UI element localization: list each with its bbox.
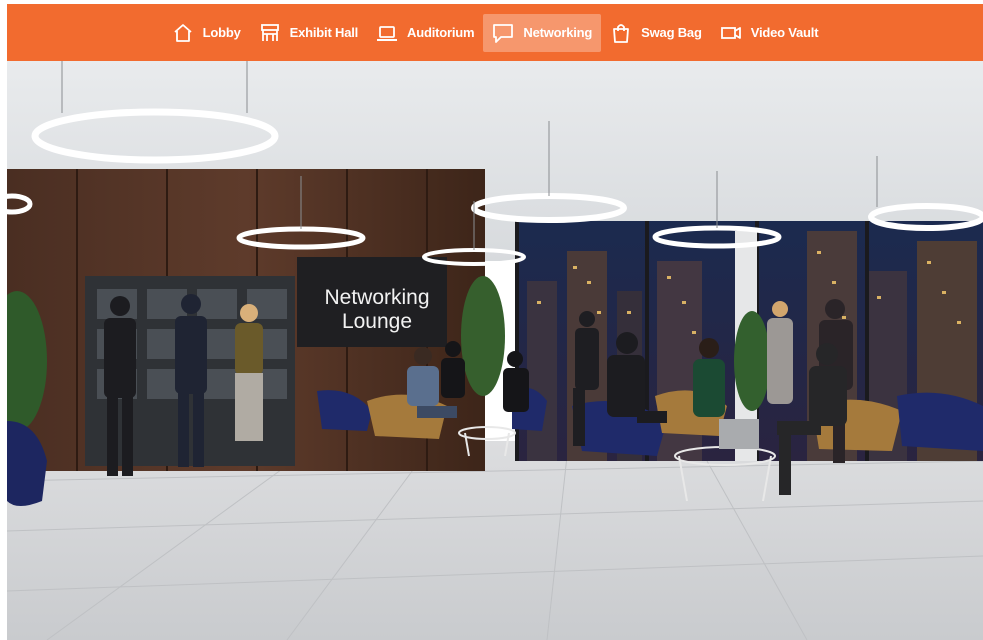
home-icon — [174, 23, 192, 42]
laptop — [719, 419, 759, 449]
left-border — [0, 60, 7, 640]
nav-item-exhibit-hall[interactable]: Exhibit Hall — [250, 14, 367, 52]
nav-item-lobby[interactable]: Lobby — [163, 14, 250, 52]
nav-item-label: Exhibit Hall — [289, 25, 359, 40]
plant-middle — [461, 276, 505, 396]
nav-item-label: Swag Bag — [641, 25, 702, 40]
plant-right — [734, 311, 770, 411]
booth-icon — [260, 23, 279, 41]
nav-item-label: Video Vault — [750, 25, 819, 40]
sign-line-1: Networking — [324, 286, 429, 309]
laptop-icon — [377, 25, 398, 41]
nav-item-networking[interactable]: Networking — [483, 13, 602, 52]
bag-icon — [613, 23, 630, 43]
virtual-event-window: Lobby Exhibit Hall Auditorium Networking… — [0, 0, 983, 640]
nav-item-auditorium[interactable]: Auditorium — [367, 14, 483, 52]
nav-item-label: Lobby — [202, 25, 241, 40]
nav-item-video-vault[interactable]: Video Vault — [711, 14, 828, 52]
lounge-illustration: Networking Lounge — [7, 61, 983, 640]
chat-icon — [493, 23, 514, 43]
nav-item-swag-bag[interactable]: Swag Bag — [601, 14, 711, 52]
nav-item-label: Networking — [523, 25, 593, 40]
sign-line-2: Lounge — [342, 310, 412, 333]
video-camera-icon — [720, 26, 741, 39]
nav-item-label: Auditorium — [407, 25, 475, 40]
nav-menu: Lobby Exhibit Hall Auditorium Networking… — [7, 4, 983, 61]
networking-lounge-scene: Networking Lounge — [7, 61, 983, 640]
top-navigation-bar: Lobby Exhibit Hall Auditorium Networking… — [7, 4, 983, 61]
